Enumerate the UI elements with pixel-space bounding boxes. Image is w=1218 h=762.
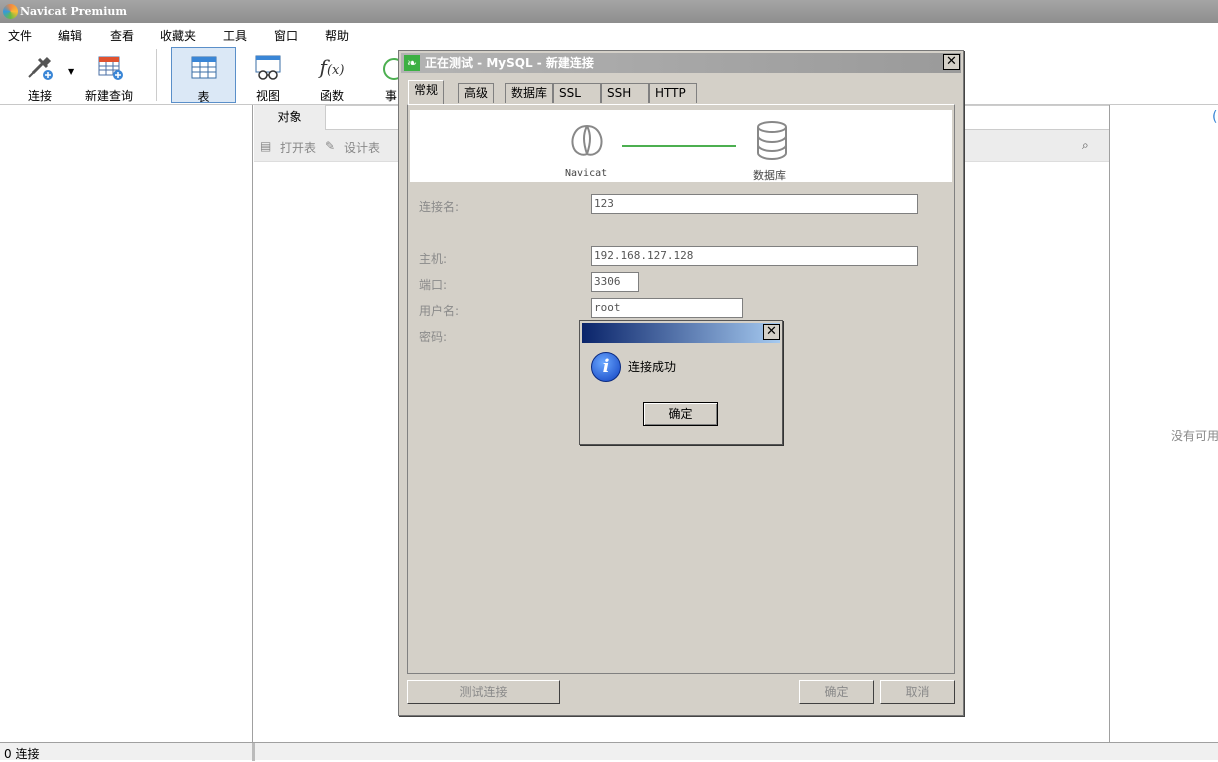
- connect-dropdown-arrow-icon[interactable]: ▼: [68, 67, 74, 76]
- toolbar-divider: [156, 49, 157, 101]
- function-button[interactable]: f(x) 函数: [312, 47, 352, 103]
- host-field[interactable]: 192.168.127.128: [591, 246, 918, 266]
- no-info-text: 没有可用: [1171, 429, 1218, 443]
- new-query-button[interactable]: 新建查询: [82, 47, 136, 103]
- message-close-button[interactable]: ✕: [763, 324, 780, 340]
- plug-icon: [25, 53, 55, 81]
- connection-banner: Navicat 数据库: [410, 110, 952, 182]
- view-glasses-icon: [253, 53, 283, 81]
- status-divider: [252, 743, 255, 761]
- database-icon: [755, 120, 789, 165]
- menu-tools[interactable]: 工具: [223, 27, 247, 44]
- event-label: 事: [385, 89, 398, 103]
- tab-general[interactable]: 常规: [408, 80, 445, 104]
- menu-favorites[interactable]: 收藏夹: [160, 27, 196, 44]
- connect-label: 连接: [27, 89, 52, 103]
- success-text: 连接成功: [628, 360, 677, 374]
- open-table-icon: ▤: [260, 139, 272, 153]
- tab-objects[interactable]: 对象: [254, 105, 326, 130]
- design-table-button[interactable]: 设计表: [344, 139, 380, 156]
- dialog-cancel-button[interactable]: 取消: [880, 680, 955, 704]
- connection-tree-pane[interactable]: [0, 105, 253, 742]
- username-field[interactable]: root: [591, 298, 743, 318]
- query-grid-icon: [94, 53, 124, 81]
- tab-ssl[interactable]: SSL: [553, 83, 601, 103]
- message-title-bar: [582, 323, 780, 343]
- tab-advanced[interactable]: 高级: [458, 83, 495, 103]
- open-table-button[interactable]: 打开表: [280, 139, 316, 156]
- conn-name-field[interactable]: 123: [591, 194, 918, 214]
- view-button[interactable]: 视图: [248, 47, 288, 103]
- password-label: 密码:: [419, 330, 448, 344]
- info-icon: i: [591, 352, 621, 382]
- table-label: 表: [197, 90, 210, 104]
- navicat-dolphin-icon: ❧: [404, 55, 420, 71]
- function-label: 函数: [319, 89, 344, 103]
- dialog-title: 正在测试 - MySQL - 新建连接: [425, 56, 594, 70]
- menu-help[interactable]: 帮助: [325, 27, 349, 44]
- table-button[interactable]: 表: [171, 47, 236, 104]
- message-ok-button[interactable]: 确定: [643, 402, 718, 426]
- port-field[interactable]: 3306: [591, 272, 639, 292]
- success-message-box: ✕ i 连接成功 确定: [579, 320, 783, 445]
- username-label: 用户名:: [419, 304, 460, 318]
- app-title: Navicat Premium: [20, 5, 128, 18]
- menu-view[interactable]: 查看: [110, 27, 134, 44]
- navicat-logo-icon: [3, 4, 18, 19]
- info-pane: 没有可用 (: [1109, 105, 1218, 742]
- menu-file[interactable]: 文件: [8, 27, 32, 44]
- menu-edit[interactable]: 编辑: [58, 27, 82, 44]
- navicat-logo-icon: [567, 120, 607, 163]
- connection-count: 0 连接: [4, 747, 40, 761]
- table-icon: [189, 54, 219, 82]
- function-fx-icon: f(x): [319, 55, 345, 79]
- banner-navicat-label: Navicat: [565, 168, 608, 179]
- host-label: 主机:: [419, 252, 448, 266]
- search-icon[interactable]: ⌕: [1082, 138, 1089, 153]
- connection-line: [622, 145, 736, 147]
- status-bar: 0 连接: [0, 742, 1218, 761]
- dialog-close-button[interactable]: ✕: [943, 54, 960, 70]
- dialog-title-bar: ❧ 正在测试 - MySQL - 新建连接: [401, 53, 961, 73]
- app-title-bar: Navicat Premium: [0, 0, 1218, 23]
- clock-icon: [378, 53, 398, 81]
- tab-ssh[interactable]: SSH: [601, 83, 649, 103]
- connect-button[interactable]: 连接: [18, 47, 62, 103]
- tab-http[interactable]: HTTP: [649, 83, 697, 103]
- test-connection-button[interactable]: 测试连接: [407, 680, 560, 704]
- design-table-icon: ✎: [325, 139, 336, 153]
- port-label: 端口:: [419, 278, 448, 292]
- info-icon: (: [1212, 109, 1218, 125]
- new-query-label: 新建查询: [84, 89, 133, 103]
- dialog-ok-button[interactable]: 确定: [799, 680, 874, 704]
- menu-window[interactable]: 窗口: [274, 27, 298, 44]
- tab-database[interactable]: 数据库: [505, 83, 554, 103]
- conn-name-label: 连接名:: [419, 200, 460, 214]
- view-label: 视图: [255, 89, 280, 103]
- event-button[interactable]: 事: [378, 47, 398, 103]
- banner-database-label: 数据库: [753, 169, 786, 182]
- menu-bar: 文件 编辑 查看 收藏夹 工具 窗口 帮助: [0, 23, 1218, 45]
